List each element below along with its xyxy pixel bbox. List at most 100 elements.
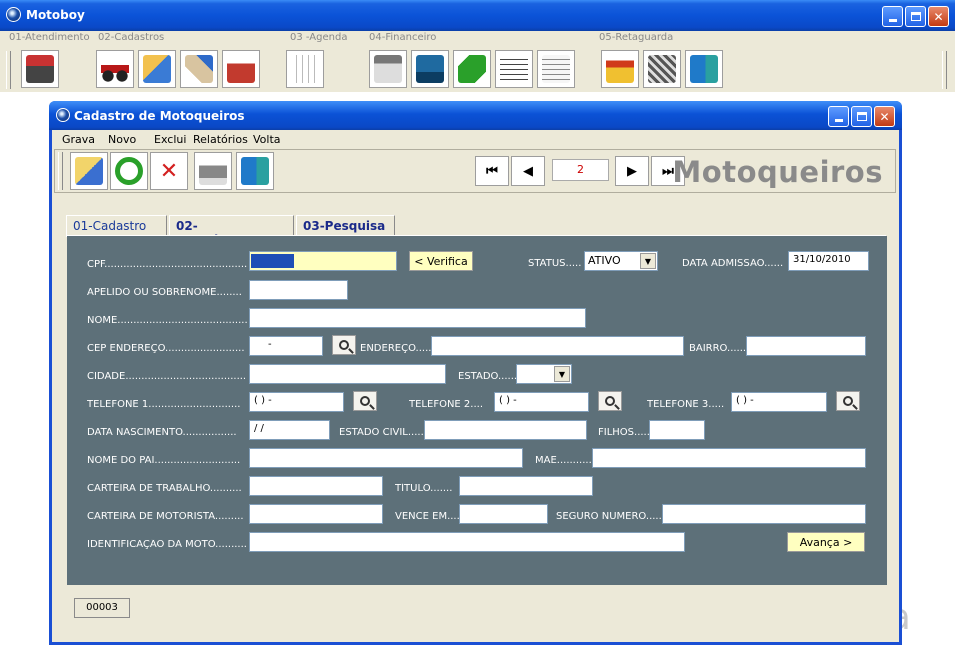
sair-button[interactable] — [685, 50, 723, 88]
telefone2-search-button[interactable] — [598, 391, 622, 411]
lancamentos-button[interactable] — [495, 50, 533, 88]
cidade-field[interactable] — [249, 364, 446, 384]
child-minimize-button[interactable] — [828, 106, 849, 127]
tab-pesquisa[interactable]: 03-Pesquisa — [296, 215, 395, 236]
vence-field[interactable] — [459, 504, 548, 524]
endereco-field[interactable] — [431, 336, 684, 356]
nome-pai-label: NOME DO PAI........................... — [87, 455, 241, 466]
parceiros-button[interactable] — [180, 50, 218, 88]
main-titlebar: Motoboy ✕ — [0, 0, 955, 31]
nome-field[interactable] — [249, 308, 586, 328]
seguro-label: SEGURO NÚMERO....... — [556, 511, 663, 522]
search-icon — [339, 340, 349, 350]
tab-cadastro[interactable]: 01-Cadastro — [66, 215, 167, 237]
nome-pai-field[interactable] — [249, 448, 523, 468]
globe-icon — [6, 7, 21, 22]
fax-icon — [416, 55, 444, 83]
seguro-field[interactable] — [662, 504, 866, 524]
main-menubar: 01-Atendimento 02-Cadastros 03 -Agenda 0… — [0, 31, 955, 46]
estado-label: ESTADO......... — [458, 371, 516, 382]
identificacao-moto-field[interactable] — [249, 532, 685, 552]
menu-atendimento[interactable]: 01-Atendimento — [9, 32, 90, 43]
cep-search-button[interactable] — [332, 335, 356, 355]
tab-complemento[interactable]: 02-Complemento — [169, 215, 294, 247]
delete-button[interactable]: ✕ — [150, 152, 188, 190]
estado-civil-field[interactable] — [424, 420, 587, 440]
bairro-field[interactable] — [746, 336, 866, 356]
child-close-button[interactable]: ✕ — [874, 106, 895, 127]
refresh-button[interactable] — [110, 152, 148, 190]
close-button[interactable]: ✕ — [928, 6, 949, 27]
filhos-field[interactable] — [649, 420, 705, 440]
menu-relatorios[interactable]: Relatórios — [193, 133, 248, 146]
calculadora-button[interactable] — [369, 50, 407, 88]
menu-cadastros[interactable]: 02-Cadastros — [98, 32, 164, 43]
verifica-button[interactable]: < Verifica — [409, 251, 473, 271]
exit-button[interactable] — [236, 152, 274, 190]
relatorio-button[interactable] — [537, 50, 575, 88]
next-record-button[interactable]: ▶ — [615, 156, 649, 186]
child-maximize-button[interactable] — [851, 106, 872, 127]
chevron-down-icon[interactable]: ▼ — [640, 253, 656, 269]
main-window-title: Motoboy — [26, 8, 85, 22]
telefone3-field[interactable]: ( ) - — [731, 392, 827, 412]
telefone3-search-button[interactable] — [836, 391, 860, 411]
network-icon — [648, 55, 676, 83]
maximize-button[interactable] — [905, 6, 926, 27]
main-window-controls: ✕ — [882, 6, 949, 27]
telefone1-field[interactable]: ( ) - — [249, 392, 344, 412]
cpf-field[interactable] — [249, 251, 397, 271]
data-admissao-field[interactable]: 31/10/2010 — [788, 251, 869, 271]
avanca-button[interactable]: Avança > — [787, 532, 865, 552]
print-button[interactable] — [194, 152, 232, 190]
telefone1-search-button[interactable] — [353, 391, 377, 411]
menu-exclui[interactable]: Exclui — [154, 133, 186, 146]
edit-button[interactable] — [70, 152, 108, 190]
mae-field[interactable] — [592, 448, 866, 468]
menu-novo[interactable]: Novo — [108, 133, 136, 146]
clientes-button[interactable] — [138, 50, 176, 88]
telefone2-field[interactable]: ( ) - — [494, 392, 589, 412]
toolbar-grip[interactable] — [6, 51, 11, 89]
menu-grava[interactable]: Grava — [62, 133, 95, 146]
menu-volta[interactable]: Volta — [253, 133, 281, 146]
menu-agenda[interactable]: 03 -Agenda — [290, 32, 347, 43]
carteira-motorista-field[interactable] — [249, 504, 383, 524]
first-record-button[interactable]: ⏮ — [475, 156, 509, 186]
refresh-icon — [115, 157, 143, 185]
agenda-button[interactable] — [286, 50, 324, 88]
record-number[interactable]: 2 — [552, 159, 609, 181]
menu-financeiro[interactable]: 04-Financeiro — [369, 32, 436, 43]
status-label: STATUS..... — [528, 258, 582, 269]
exit-door-icon — [241, 157, 269, 185]
titulo-label: TÍTULO....... — [395, 483, 453, 494]
financeiro-button[interactable] — [453, 50, 491, 88]
apelido-field[interactable] — [249, 280, 348, 300]
telefone3-label: TELEFONE 3..... — [647, 399, 725, 410]
handshake-icon — [185, 55, 213, 83]
minimize-button[interactable] — [882, 6, 903, 27]
empresas-button[interactable] — [222, 50, 260, 88]
rede-button[interactable] — [643, 50, 681, 88]
status-select[interactable]: ATIVO ▼ — [584, 251, 658, 271]
search-icon — [843, 396, 853, 406]
calculator-icon — [374, 55, 402, 83]
atendimento-button[interactable] — [21, 50, 59, 88]
search-icon — [360, 396, 370, 406]
next-icon: ▶ — [627, 163, 637, 179]
toolbar-grip[interactable] — [58, 152, 63, 190]
previous-record-button[interactable]: ◀ — [511, 156, 545, 186]
chevron-down-icon[interactable]: ▼ — [554, 366, 570, 382]
nascimento-field[interactable]: / / — [249, 420, 330, 440]
motoqueiros-button[interactable] — [96, 50, 134, 88]
fax-button[interactable] — [411, 50, 449, 88]
estado-select[interactable]: ▼ — [516, 364, 572, 384]
titulo-field[interactable] — [459, 476, 593, 496]
cep-field[interactable]: - — [249, 336, 323, 356]
mae-label: MÃE.............. — [535, 455, 592, 466]
empresa-button[interactable] — [601, 50, 639, 88]
status-code: 00003 — [74, 598, 130, 618]
menu-retaguarda[interactable]: 05-Retaguarda — [599, 32, 673, 43]
child-titlebar: Cadastro de Motoqueiros ✕ — [49, 101, 902, 130]
carteira-trabalho-field[interactable] — [249, 476, 383, 496]
